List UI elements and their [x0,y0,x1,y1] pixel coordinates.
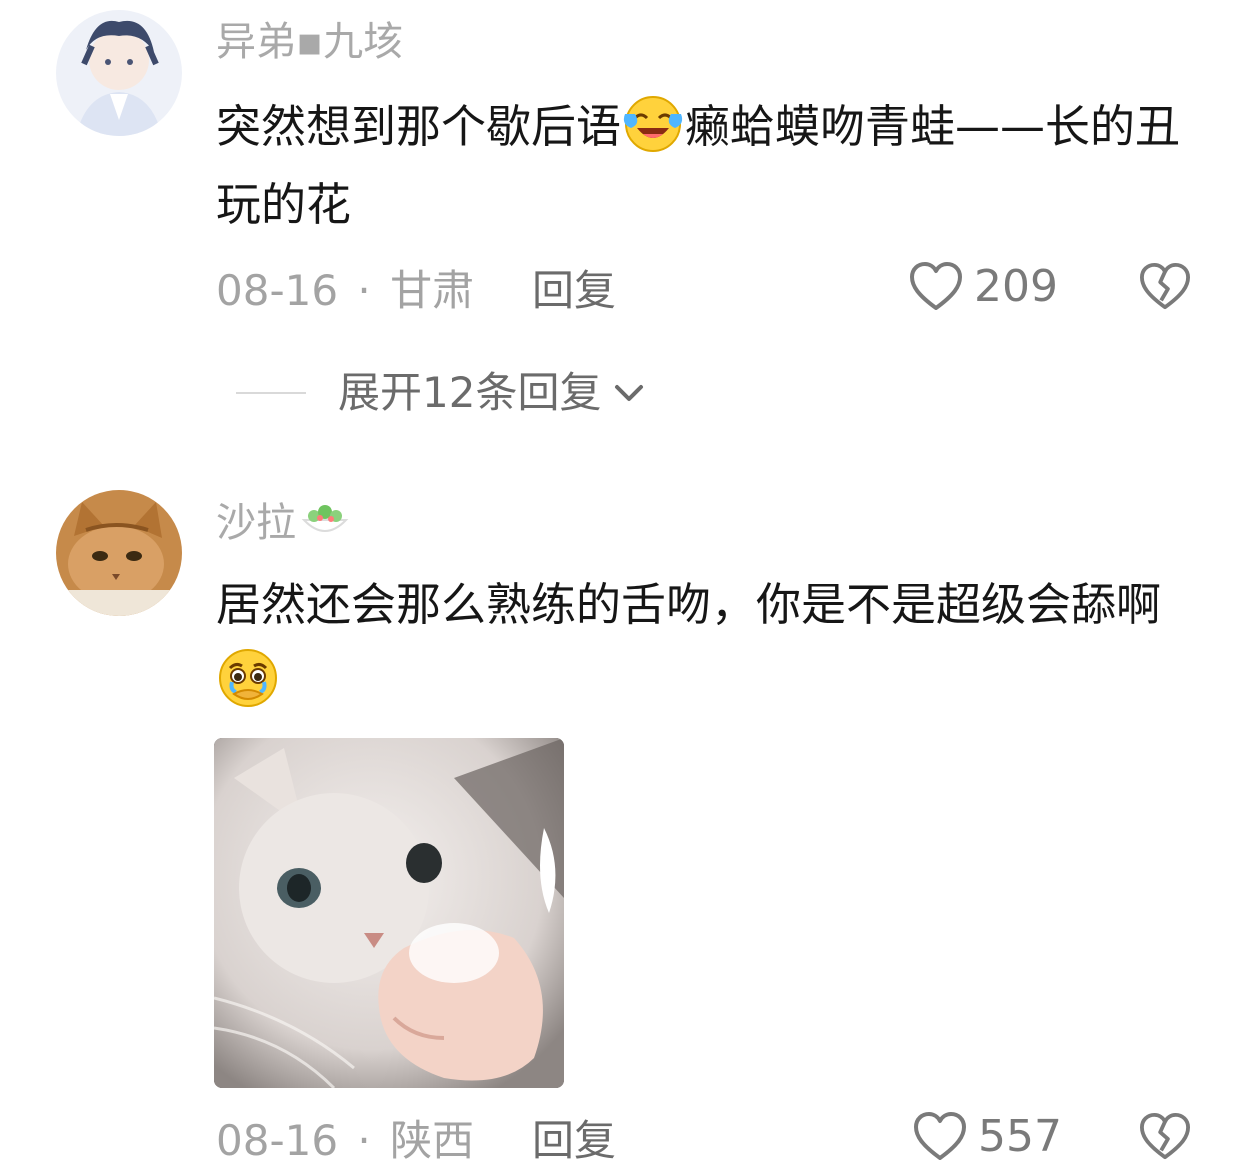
comment-meta: 08-16 · 陕西 [216,1120,474,1162]
chevron-down-icon [615,385,644,401]
broken-heart-icon [1140,262,1190,310]
comment-date: 08-16 [216,1116,339,1165]
comment-text: 居然还会那么熟练的舌吻，你是不是超级会舔啊 [216,566,1206,722]
cat-pointing-sticker[interactable] [214,738,564,1088]
broken-heart-icon [1140,1112,1190,1160]
comment-location: 甘肃 [390,266,475,315]
meta-separator: · [357,1116,371,1165]
like-count: 557 [978,1111,1062,1162]
anime-boy-avatar-icon [56,10,182,136]
reply-button[interactable]: 回复 [532,270,616,312]
username[interactable]: 沙拉 [216,500,350,543]
cat-pointing-sticker-icon [214,738,564,1088]
cat-avatar-icon [56,490,182,616]
expand-replies-label: 展开12条回复 [338,368,602,417]
dislike-button[interactable] [1138,262,1192,316]
laughing-crying-emoji-icon [623,96,683,152]
username[interactable]: 异弟▪九垓 [216,22,403,62]
username-text: 沙拉 [216,500,296,546]
holding-back-tears-emoji-icon [219,649,277,707]
like-button[interactable]: 209 [908,261,1058,313]
like-count: 209 [974,261,1058,312]
heart-icon [910,262,962,310]
avatar[interactable] [56,490,182,616]
comment-text-part: 突然想到那个歇后语 [216,100,622,153]
comment-location: 陕西 [390,1116,475,1165]
expand-divider [236,392,306,394]
reply-button[interactable]: 回复 [532,1120,616,1162]
salad-emoji-icon [301,505,349,532]
comment-text-part: 居然还会那么熟练的舌吻，你是不是超级会舔啊 [216,578,1162,631]
expand-replies-button[interactable]: 展开12条回复 [236,372,649,414]
meta-separator: · [357,266,371,315]
comment-text: 突然想到那个歇后语 癞蛤蟆吻青蛙——长的丑玩的花 [216,88,1196,244]
like-button[interactable]: 557 [912,1111,1062,1163]
comment-meta: 08-16 · 甘肃 [216,270,474,312]
comment-date: 08-16 [216,266,339,315]
avatar[interactable] [56,10,182,136]
heart-icon [914,1112,966,1160]
dislike-button[interactable] [1138,1112,1192,1166]
